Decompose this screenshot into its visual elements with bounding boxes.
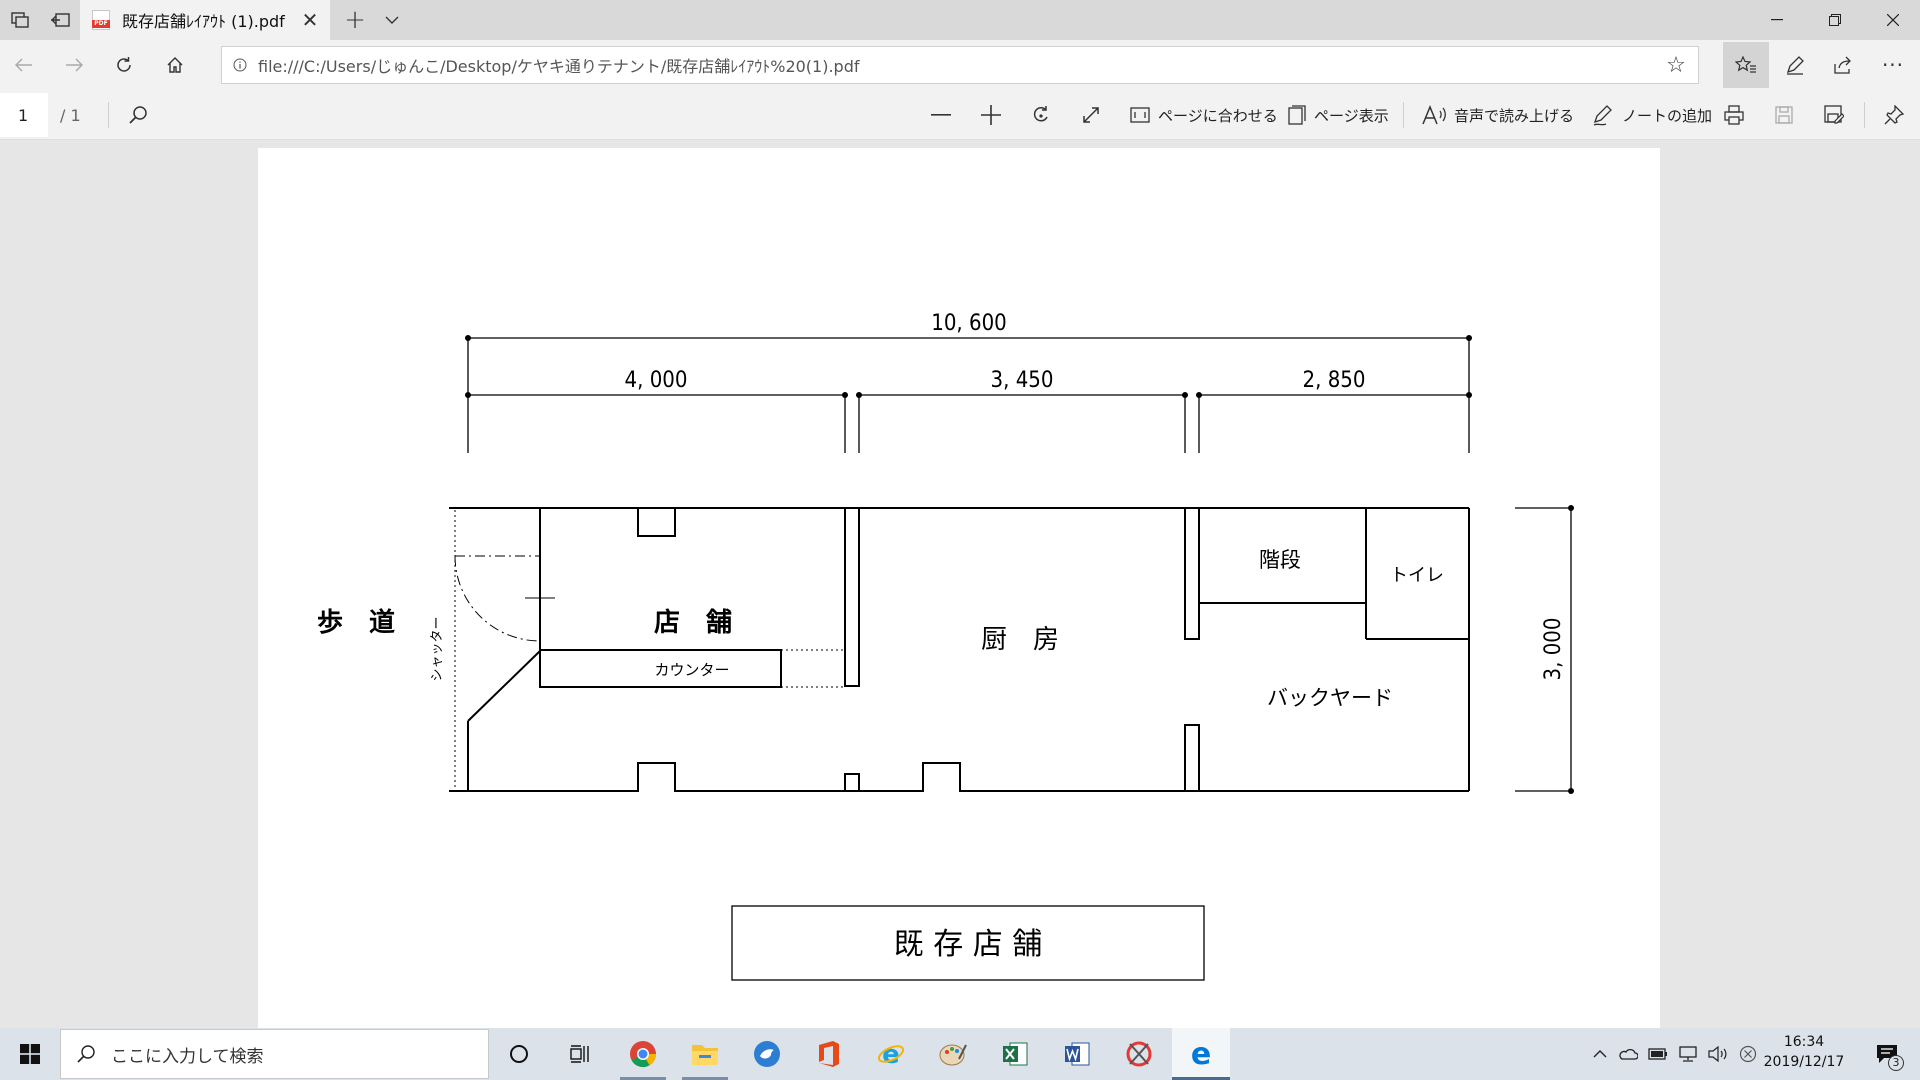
home-button[interactable] — [155, 45, 195, 85]
label-toilet: トイレ — [1390, 565, 1444, 586]
windows-logo-icon — [20, 1044, 40, 1064]
page-view-label: ページ表示 — [1314, 106, 1389, 125]
tab-active[interactable]: 既存店舗ﾚｲｱｳﾄ (1).pdf ✕ — [80, 0, 330, 40]
excel-icon[interactable] — [986, 1028, 1044, 1080]
office-icon[interactable] — [800, 1028, 858, 1080]
web-note-pen-icon[interactable] — [1775, 45, 1815, 85]
refresh-button[interactable] — [104, 45, 144, 85]
show-hidden-icons-chevron-icon[interactable] — [1587, 1028, 1613, 1080]
set-tabs-aside-icon[interactable] — [40, 0, 80, 40]
file-explorer-icon[interactable] — [676, 1028, 734, 1080]
internet-explorer-icon[interactable]: e — [862, 1028, 920, 1080]
dim-total-width: 10, 600 — [931, 311, 1007, 336]
minimize-button[interactable] — [1748, 0, 1806, 40]
add-notes-button[interactable]: ノートの追加 — [1592, 90, 1712, 140]
read-aloud-button[interactable]: 音声で読み上げる — [1422, 90, 1574, 140]
messenger-bird-icon[interactable] — [738, 1028, 796, 1080]
pdf-viewer[interactable]: 10, 600 4, 000 3, 450 2, 850 3, 000 歩 道 … — [0, 140, 1920, 1028]
toolbar-divider — [1403, 102, 1404, 128]
back-button[interactable] — [4, 45, 44, 85]
label-backyard: バックヤード — [1267, 686, 1393, 710]
page-number-input[interactable]: 1 — [0, 93, 48, 137]
navigation-bar: file:///C:/Users/じゅんこ/Desktop/ケヤキ通りテナント/… — [0, 40, 1920, 90]
toolbar-divider — [1864, 102, 1865, 128]
new-tab-button[interactable]: + — [337, 0, 373, 40]
start-button[interactable] — [0, 1028, 60, 1080]
pen-icon — [1593, 105, 1612, 126]
task-view-icon[interactable] — [552, 1028, 610, 1080]
label-counter: カウンター — [654, 661, 729, 679]
url-text[interactable]: file:///C:/Users/じゅんこ/Desktop/ケヤキ通りテナント/… — [258, 53, 1654, 77]
volume-icon[interactable] — [1705, 1028, 1731, 1080]
fit-to-page-button[interactable]: ページに合わせる — [1130, 90, 1278, 140]
taskbar: ここに入力して検索 e e 16:34 2019/12/17 3 — [0, 1028, 1920, 1080]
onedrive-cloud-icon[interactable] — [1615, 1028, 1641, 1080]
print-icon[interactable] — [1714, 95, 1754, 135]
battery-icon[interactable] — [1645, 1028, 1671, 1080]
floor-plan-drawing: 10, 600 4, 000 3, 450 2, 850 3, 000 歩 道 … — [317, 311, 1574, 981]
zoom-in-icon[interactable] — [971, 95, 1011, 135]
more-menu-icon[interactable]: ··· — [1873, 45, 1913, 85]
fullscreen-icon[interactable] — [1071, 95, 1111, 135]
forward-button[interactable] — [54, 45, 94, 85]
fit-page-icon — [1130, 107, 1150, 123]
read-aloud-label: 音声で読み上げる — [1454, 106, 1575, 125]
page-view-icon — [1288, 105, 1306, 125]
read-aloud-icon — [1422, 105, 1446, 125]
label-store: 店 舗 — [654, 608, 732, 638]
drawing-title: 既 存 店 舗 — [894, 927, 1043, 962]
add-notes-label: ノートの追加 — [1622, 106, 1713, 125]
cortana-icon[interactable] — [490, 1028, 548, 1080]
favorite-star-icon[interactable]: ☆ — [1654, 53, 1698, 78]
network-icon[interactable] — [1675, 1028, 1701, 1080]
search-placeholder: ここに入力して検索 — [111, 1046, 264, 1067]
favorites-hub-icon[interactable] — [1723, 42, 1769, 88]
share-icon[interactable] — [1823, 45, 1863, 85]
pdf-file-icon — [92, 10, 110, 30]
tab-actions-icon[interactable] — [0, 0, 40, 40]
label-kitchen: 厨 房 — [981, 625, 1059, 655]
dim-segment-1: 4, 000 — [625, 368, 688, 393]
search-icon — [61, 1044, 111, 1064]
restore-button[interactable] — [1806, 0, 1864, 40]
system-clock[interactable]: 16:34 2019/12/17 — [1756, 1032, 1852, 1072]
svg-text:e: e — [1191, 1040, 1211, 1068]
search-icon[interactable] — [118, 95, 158, 135]
page-view-button[interactable]: ページ表示 — [1288, 90, 1389, 140]
label-shutter: シャッター — [430, 616, 445, 681]
edge-icon[interactable]: e — [1172, 1028, 1230, 1080]
close-window-button[interactable] — [1864, 0, 1920, 40]
tab-close-icon[interactable]: ✕ — [290, 0, 330, 40]
pdf-toolbar: 1 / 1 ページに合わせる ページ表示 音声で読み上げる ノートの追加 — [0, 90, 1920, 140]
paint-icon[interactable] — [924, 1028, 982, 1080]
page-total: / 1 — [60, 105, 81, 125]
svg-text:e: e — [882, 1040, 900, 1068]
snipping-tool-icon[interactable] — [1110, 1028, 1168, 1080]
save-icon[interactable] — [1764, 95, 1804, 135]
chrome-icon[interactable] — [614, 1028, 672, 1080]
tab-bar: 既存店舗ﾚｲｱｳﾄ (1).pdf ✕ + — [0, 0, 1920, 40]
info-icon[interactable] — [222, 58, 258, 72]
address-bar[interactable]: file:///C:/Users/じゅんこ/Desktop/ケヤキ通りテナント/… — [221, 46, 1699, 84]
clock-time: 16:34 — [1783, 1034, 1825, 1050]
dim-depth: 3, 000 — [1541, 618, 1566, 681]
tab-list-chevron-icon[interactable] — [374, 0, 410, 40]
pin-toolbar-icon[interactable] — [1874, 95, 1914, 135]
action-center-button[interactable]: 3 — [1862, 1028, 1912, 1080]
label-sidewalk: 歩 道 — [317, 607, 395, 638]
rotate-icon[interactable] — [1021, 95, 1061, 135]
label-stairs: 階段 — [1259, 548, 1301, 572]
taskbar-search[interactable]: ここに入力して検索 — [60, 1029, 489, 1079]
word-icon[interactable] — [1048, 1028, 1106, 1080]
notification-count-badge: 3 — [1888, 1055, 1904, 1071]
zoom-out-icon[interactable] — [921, 95, 961, 135]
dim-segment-3: 2, 850 — [1303, 368, 1366, 393]
dim-segment-2: 3, 450 — [991, 368, 1054, 393]
toolbar-divider — [108, 102, 109, 128]
fit-page-label: ページに合わせる — [1158, 106, 1278, 125]
save-as-icon[interactable] — [1814, 95, 1854, 135]
tab-title: 既存店舗ﾚｲｱｳﾄ (1).pdf — [122, 12, 285, 31]
pdf-page: 10, 600 4, 000 3, 450 2, 850 3, 000 歩 道 … — [258, 148, 1660, 1028]
clock-date: 2019/12/17 — [1763, 1054, 1845, 1070]
